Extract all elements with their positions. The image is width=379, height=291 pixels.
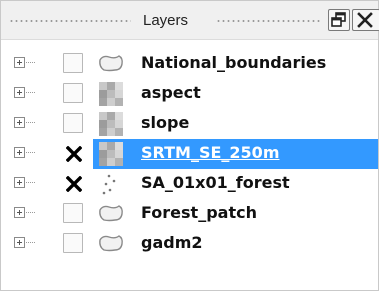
drag-grip-left[interactable] — [9, 19, 131, 23]
polygon-layer-icon — [97, 232, 125, 256]
layer-name[interactable]: slope — [141, 113, 189, 132]
expand-icon[interactable] — [14, 237, 25, 248]
polygon-layer-icon — [97, 52, 125, 76]
float-panel-button[interactable] — [328, 9, 350, 31]
tree-branch-line — [26, 62, 36, 63]
layer-name[interactable]: aspect — [141, 83, 201, 102]
polygon-layer-icon — [97, 202, 125, 226]
tree-branch-line — [26, 212, 36, 213]
layer-visibility-checkbox[interactable] — [63, 143, 83, 163]
tree-branch-line — [26, 242, 36, 243]
layer-visibility-checkbox[interactable] — [63, 53, 83, 73]
expand-icon[interactable] — [14, 117, 25, 128]
drag-grip-right[interactable] — [216, 19, 321, 23]
layer-visibility-checkbox[interactable] — [63, 113, 83, 133]
layer-name[interactable]: SA_01x01_forest — [141, 173, 290, 192]
layer-visibility-checkbox[interactable] — [63, 203, 83, 223]
raster-layer-icon — [97, 82, 125, 106]
tree-branch-line — [26, 182, 36, 183]
expand-icon[interactable] — [14, 207, 25, 218]
close-panel-button[interactable] — [352, 9, 379, 31]
raster-layer-icon — [97, 112, 125, 136]
tree-branch-line — [26, 152, 36, 153]
layer-name[interactable]: Forest_patch — [141, 203, 257, 222]
layer-row[interactable]: aspect — [1, 79, 378, 109]
layers-panel: Layers National_boundariesaspect slope SRT… — [0, 0, 379, 291]
layer-name[interactable]: National_boundaries — [141, 53, 326, 72]
expand-icon[interactable] — [14, 177, 25, 188]
expand-icon[interactable] — [14, 57, 25, 68]
layer-row[interactable]: gadm2 — [1, 229, 378, 259]
expand-icon[interactable] — [14, 147, 25, 158]
layer-visibility-checkbox[interactable] — [63, 233, 83, 253]
point-layer-icon — [97, 172, 125, 196]
tree-branch-line — [26, 92, 36, 93]
checkmark-x-icon — [66, 146, 82, 162]
panel-titlebar[interactable]: Layers — [1, 1, 379, 40]
layer-row[interactable]: Forest_patch — [1, 199, 378, 229]
layer-name[interactable]: gadm2 — [141, 233, 203, 252]
expand-icon[interactable] — [14, 87, 25, 98]
layer-name[interactable]: SRTM_SE_250m — [141, 143, 279, 162]
layer-visibility-checkbox[interactable] — [63, 173, 83, 193]
panel-title: Layers — [143, 12, 189, 29]
layer-row[interactable]: SRTM_SE_250m — [1, 139, 378, 169]
raster-layer-icon — [97, 142, 125, 166]
layer-row[interactable]: slope — [1, 109, 378, 139]
layer-row[interactable]: National_boundaries — [1, 49, 378, 79]
layer-visibility-checkbox[interactable] — [63, 83, 83, 103]
checkmark-x-icon — [66, 176, 82, 192]
close-icon — [357, 12, 373, 28]
float-window-icon — [331, 12, 346, 27]
layer-row[interactable]: SA_01x01_forest — [1, 169, 378, 199]
tree-branch-line — [26, 122, 36, 123]
